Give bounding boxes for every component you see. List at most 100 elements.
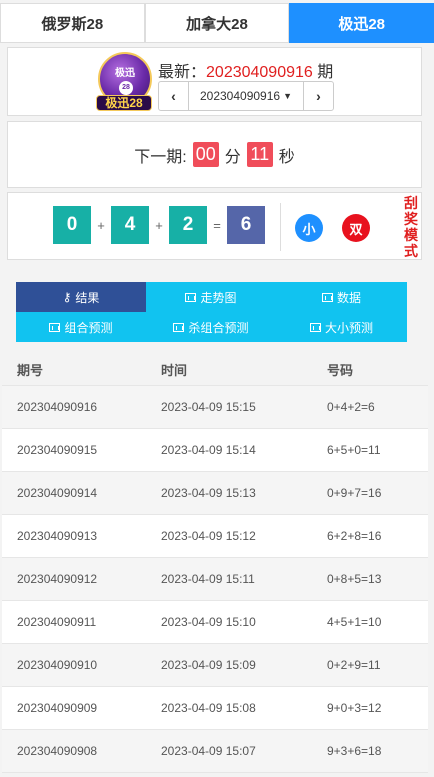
scratch-mode-char: 模 [404,227,418,243]
cell-numbers: 0+2+9=11 [327,658,381,672]
cell-numbers: 0+4+2=6 [327,400,375,414]
issue-dropdown[interactable]: 202304090916 ▼ [189,82,303,110]
logo-ball-number: 28 [119,81,133,95]
chart-icon [185,292,197,302]
scratch-mode-char: 奖 [404,211,418,227]
tab-jixun28[interactable]: 极迅28 [289,3,434,43]
cell-issue: 202304090908 [17,744,98,758]
chevron-left-icon: ‹ [171,88,176,104]
cell-time: 2023-04-09 15:09 [161,658,256,672]
issue-selector: ‹ 202304090916 ▼ › [158,81,334,111]
result-digit-3: 2 [169,206,207,244]
jixun28-logo: 极迅 28 极迅28 [96,52,152,112]
plus-sign: + [97,217,105,233]
equals-sign: = [213,217,221,233]
nav-results[interactable]: ⚷ 结果 [16,282,146,312]
table-row: 202304090909 2023-04-09 15:08 9+0+3=12 [2,687,428,730]
nav-kill-combo-prediction[interactable]: 杀组合预测 [146,312,276,342]
cell-time: 2023-04-09 15:08 [161,701,256,715]
table-header: 期号 时间 号码 [2,353,428,386]
prev-issue-button[interactable]: ‹ [159,82,189,110]
cell-issue: 202304090914 [17,486,98,500]
caret-down-icon: ▼ [283,91,292,101]
nav-results-label: 结果 [75,290,100,305]
key-icon: ⚷ [62,290,72,304]
nav-size-prediction-label: 大小预测 [324,320,373,335]
table-row: 202304090913 2023-04-09 15:12 6+2+8=16 [2,515,428,558]
latest-issue-number: 202304090916 [206,64,313,81]
countdown-label: 下一期: [134,148,187,166]
result-sum: 6 [227,206,265,244]
parity-badge: 双 [342,214,370,242]
cell-issue: 202304090912 [17,572,98,586]
scratch-mode-button[interactable]: 刮 奖 模 式 [403,195,419,259]
cell-issue: 202304090915 [17,443,98,457]
cell-time: 2023-04-09 15:11 [161,572,255,586]
scratch-mode-char: 式 [404,243,418,259]
cell-time: 2023-04-09 15:15 [161,400,256,414]
scratch-mode-char: 刮 [404,195,418,211]
issue-dropdown-value: 202304090916 [199,89,281,103]
cell-issue: 202304090910 [17,658,98,672]
nav-combo-prediction[interactable]: 组合预测 [16,312,146,342]
cell-issue: 202304090916 [17,400,98,414]
countdown-minutes-unit: 分 [224,148,241,166]
history-panel: ⚷ 结果 走势图 数据 组合预测 杀组合预测 大小预测 期号 时间 号码 2023… [0,269,434,777]
nav-trend-chart[interactable]: 走势图 [146,282,276,312]
result-panel: 0 + 4 + 2 = 6 小 双 刮 奖 模 式 [7,192,422,260]
cell-time: 2023-04-09 15:07 [161,744,256,758]
logo-top-text: 极迅 [115,68,135,79]
countdown-minutes: 00 [192,142,219,167]
countdown-panel: 下一期: 00 分 11 秒 [7,121,422,188]
header-numbers: 号码 [327,362,354,378]
cell-numbers: 0+8+5=13 [327,572,382,586]
cell-time: 2023-04-09 15:13 [161,486,256,500]
latest-suffix: 期 [312,64,334,81]
cell-numbers: 9+0+3=12 [327,701,382,715]
header-time: 时间 [161,362,188,378]
function-nav: ⚷ 结果 走势图 数据 组合预测 杀组合预测 大小预测 [16,282,407,342]
chart-icon [49,322,61,332]
nav-data-label: 数据 [336,290,361,305]
cell-numbers: 6+2+8=16 [327,529,382,543]
next-issue-button[interactable]: › [303,82,333,110]
tab-russia28[interactable]: 俄罗斯28 [0,3,145,43]
nav-kill-combo-prediction-label: 杀组合预测 [188,320,249,335]
latest-prefix: 最新： [158,64,207,81]
nav-data[interactable]: 数据 [276,282,407,312]
cell-numbers: 4+5+1=10 [327,615,382,629]
nav-trend-chart-label: 走势图 [200,290,237,305]
cell-issue: 202304090913 [17,529,98,543]
cell-numbers: 9+3+6=18 [327,744,382,758]
table-row: 202304090912 2023-04-09 15:11 0+8+5=13 [2,558,428,601]
cell-time: 2023-04-09 15:12 [161,529,256,543]
cell-issue: 202304090909 [17,701,98,715]
result-digits: 0 + 4 + 2 = 6 [53,206,265,244]
table-row: 202304090914 2023-04-09 15:13 0+9+7=16 [2,472,428,515]
header-issue: 期号 [17,362,44,378]
nav-combo-prediction-label: 组合预测 [64,320,113,335]
results-table: 期号 时间 号码 202304090916 2023-04-09 15:15 0… [2,353,428,773]
table-row: 202304090908 2023-04-09 15:07 9+3+6=18 [2,730,428,773]
result-divider [280,203,281,251]
chart-icon [321,292,333,302]
countdown-seconds-unit: 秒 [278,148,295,166]
cell-numbers: 6+5+0=11 [327,443,381,457]
chevron-right-icon: › [316,88,321,104]
nav-size-prediction[interactable]: 大小预测 [276,312,407,342]
tab-canada28[interactable]: 加拿大28 [144,3,290,43]
table-row: 202304090910 2023-04-09 15:09 0+2+9=11 [2,644,428,687]
logo-ribbon: 极迅28 [96,95,152,111]
result-digit-2: 4 [111,206,149,244]
countdown-seconds: 11 [246,142,273,167]
cell-numbers: 0+9+7=16 [327,486,382,500]
plus-sign: + [155,217,163,233]
lottery-tabs: 俄罗斯28 加拿大28 极迅28 [0,3,434,43]
cell-time: 2023-04-09 15:14 [161,443,256,457]
result-digit-1: 0 [53,206,91,244]
chart-icon [173,322,185,332]
latest-issue-panel: 极迅 28 极迅28 最新：202304090916 期 ‹ 202304090… [7,47,422,116]
table-row: 202304090916 2023-04-09 15:15 0+4+2=6 [2,386,428,429]
latest-issue-info: 最新：202304090916 期 [158,58,333,82]
table-row: 202304090915 2023-04-09 15:14 6+5+0=11 [2,429,428,472]
